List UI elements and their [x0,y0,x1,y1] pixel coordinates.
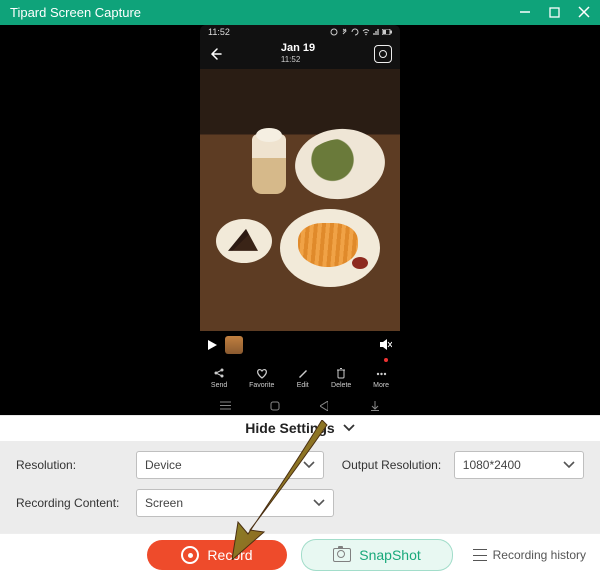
bluetooth-icon [341,28,348,35]
photo-actions: Send Favorite Edit Delete More [200,359,400,397]
phone-statusbar: 11:52 [200,25,400,39]
play-button[interactable] [208,340,217,350]
action-label: More [373,382,389,389]
action-label: Delete [331,382,351,389]
recording-content-field: Recording Content: Screen [16,489,334,517]
phone-navbar [200,397,400,415]
status-time: 11:52 [208,27,230,37]
resolution-label: Resolution: [16,458,136,472]
app-title: Tipard Screen Capture [10,5,519,20]
action-send[interactable]: Send [211,367,227,389]
pencil-icon [296,367,309,380]
recording-history-link[interactable]: Recording history [473,548,586,562]
minimize-button[interactable] [519,6,531,18]
hide-settings-toggle[interactable]: Hide Settings [0,415,600,441]
preview-area: 11:52 Jan 19 11:52 [0,25,600,415]
status-icons [330,28,392,36]
action-favorite[interactable]: Favorite [249,367,274,389]
back-icon [208,47,222,61]
progress-track[interactable] [251,338,372,352]
play-icon [208,340,217,350]
thumbnail[interactable] [225,336,243,354]
action-edit[interactable]: Edit [296,367,309,389]
resolution-value: Device [145,458,182,472]
output-resolution-field: Output Resolution: 1080*2400 [342,451,584,479]
app-window: Tipard Screen Capture 11:52 [0,0,600,577]
window-controls [519,6,590,18]
player-bar [200,331,400,359]
reload-icon [351,28,359,36]
maximize-button[interactable] [549,7,560,18]
mute-button[interactable] [380,339,392,350]
nav-down-icon[interactable] [370,401,380,411]
photo-image [200,69,400,331]
recording-content-label: Recording Content: [16,496,136,510]
notification-dot-icon [384,358,388,362]
settings-panel: Resolution: Device Output Resolution: 10… [0,441,600,533]
action-label: Edit [297,382,309,389]
output-resolution-label: Output Resolution: [342,458,454,472]
battery-icon [382,29,392,35]
recording-content-value: Screen [145,496,183,510]
record-label: Record [207,547,252,563]
maximize-icon [549,7,560,18]
decor-cake [228,229,258,251]
action-label: Send [211,382,227,389]
photo-header: Jan 19 11:52 [200,39,400,69]
action-label: Favorite [249,382,274,389]
action-delete[interactable]: Delete [331,367,351,389]
list-icon [473,549,487,561]
decor-drink [252,134,286,194]
close-button[interactable] [578,6,590,18]
record-button[interactable]: Record [147,540,287,570]
hide-settings-label: Hide Settings [245,420,334,436]
decor-cake-plate [216,219,272,263]
photo-date: Jan 19 11:52 [281,43,315,65]
lens-button[interactable] [374,45,392,63]
photo-date-time: 11:52 [281,54,315,65]
chevron-down-icon [563,461,575,469]
snapshot-button[interactable]: SnapShot [301,539,453,571]
chevron-down-icon [303,461,315,469]
decor-ketchup [352,257,368,269]
close-icon [578,6,590,18]
dots-icon [375,367,388,380]
phone-screen: 11:52 Jan 19 11:52 [200,25,400,415]
bottom-bar: Record SnapShot Recording history [0,533,600,577]
chevron-down-icon [313,499,325,507]
record-icon [181,546,199,564]
wifi-icon [362,28,370,36]
titlebar: Tipard Screen Capture [0,0,600,25]
resolution-select[interactable]: Device [136,451,324,479]
recording-content-select[interactable]: Screen [136,489,334,517]
photo-date-text: Jan 19 [281,43,315,54]
recording-history-label: Recording history [493,548,586,562]
decor-fries-plate [280,209,380,287]
decor-table [200,69,400,331]
output-resolution-value: 1080*2400 [463,458,521,472]
decor-fries [298,223,358,267]
settings-row: Recording Content: Screen [16,489,584,517]
link-icon [330,28,338,36]
minimize-icon [519,6,531,18]
camera-icon [333,548,351,562]
chevron-down-icon [343,424,355,432]
mute-icon [380,339,392,350]
nav-home-icon[interactable] [270,401,280,411]
output-resolution-select[interactable]: 1080*2400 [454,451,584,479]
trash-icon [335,367,348,380]
settings-row: Resolution: Device Output Resolution: 10… [16,451,584,479]
share-icon [213,367,226,380]
resolution-field: Resolution: Device [16,451,324,479]
signal-icon [373,28,379,36]
snapshot-label: SnapShot [359,547,421,563]
action-more[interactable]: More [373,367,389,389]
nav-menu-icon[interactable] [220,401,230,411]
nav-back-icon[interactable] [320,401,330,411]
heart-icon [255,367,268,380]
back-button[interactable] [208,47,222,61]
